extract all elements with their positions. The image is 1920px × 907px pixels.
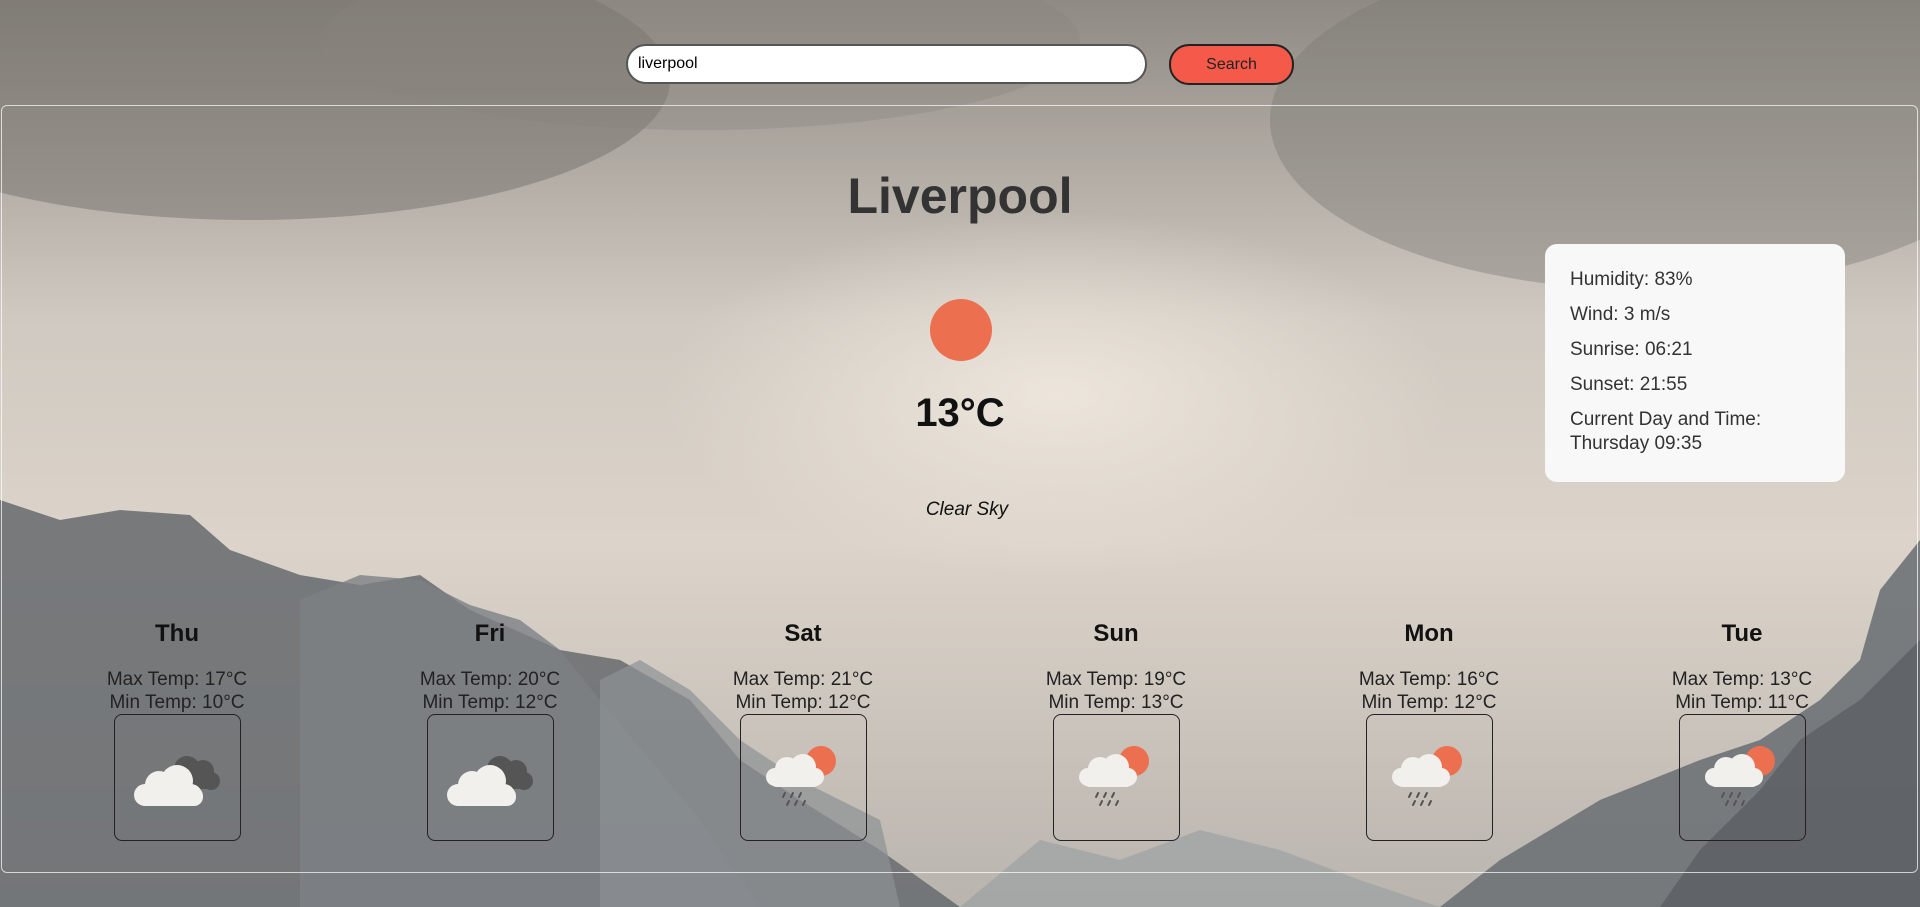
city-name: Liverpool <box>847 168 1073 224</box>
forecast-day: Tue Max Temp: 13°C Min Temp: 11°C <box>1642 619 1842 841</box>
sun-icon <box>930 299 992 361</box>
forecast-max-temp: Max Temp: 17°C <box>106 669 248 690</box>
forecast-min-temp: Min Temp: 13°C <box>1048 692 1184 713</box>
forecast-day: Mon Max Temp: 16°C Min Temp: 12°C <box>1329 619 1529 841</box>
forecast-max-temp: Max Temp: 19°C <box>1045 669 1187 690</box>
search-button[interactable]: Search <box>1169 44 1294 85</box>
humidity-text: Humidity: 83% <box>1570 269 1693 290</box>
forecast-max-temp: Max Temp: 13°C <box>1671 669 1813 690</box>
forecast-day: Fri Max Temp: 20°C Min Temp: 12°C <box>390 619 590 841</box>
forecast-day-name: Sat <box>784 620 822 647</box>
forecast-day: Sun Max Temp: 19°C Min Temp: 13°C <box>1016 619 1216 841</box>
wind-text: Wind: 3 m/s <box>1570 304 1671 325</box>
sunset-text: Sunset: 21:55 <box>1570 374 1688 395</box>
broken-clouds-icon <box>113 714 241 841</box>
forecast-min-temp: Min Temp: 11°C <box>1675 692 1809 713</box>
forecast-day-name: Thu <box>155 620 199 647</box>
forecast-day-name: Fri <box>474 620 506 647</box>
forecast-day: Thu Max Temp: 17°C Min Temp: 10°C <box>77 619 277 841</box>
forecast-day: Sat Max Temp: 21°C Min Temp: 12°C <box>703 619 903 841</box>
sunrise-text: Sunrise: 06:21 <box>1570 339 1693 360</box>
weather-description: Clear Sky <box>925 499 1009 520</box>
sun-rain-cloud-icon <box>1365 714 1493 841</box>
forecast-min-temp: Min Temp: 10°C <box>109 692 245 713</box>
sun-rain-cloud-icon <box>1052 714 1180 841</box>
search-input[interactable] <box>626 44 1147 84</box>
sun-rain-cloud-icon <box>1678 714 1806 841</box>
forecast-day-name: Mon <box>1404 620 1454 647</box>
forecast-min-temp: Min Temp: 12°C <box>422 692 558 713</box>
broken-clouds-icon <box>426 714 554 841</box>
forecast-max-temp: Max Temp: 21°C <box>732 669 874 690</box>
forecast-day-name: Tue <box>1721 620 1763 647</box>
weather-details-card: Humidity: 83% Wind: 3 m/s Sunrise: 06:21… <box>1545 244 1845 482</box>
datetime-value: Thursday 09:35 <box>1570 433 1703 454</box>
forecast-day-name: Sun <box>1093 620 1139 647</box>
datetime-text: Current Day and Time: Thursday 09:35 <box>1570 408 1820 456</box>
sun-rain-cloud-icon <box>739 714 867 841</box>
forecast-min-temp: Min Temp: 12°C <box>1361 692 1497 713</box>
forecast-max-temp: Max Temp: 20°C <box>419 669 561 690</box>
forecast-max-temp: Max Temp: 16°C <box>1358 669 1500 690</box>
datetime-label: Current Day and Time: <box>1570 409 1762 430</box>
forecast-min-temp: Min Temp: 12°C <box>735 692 871 713</box>
